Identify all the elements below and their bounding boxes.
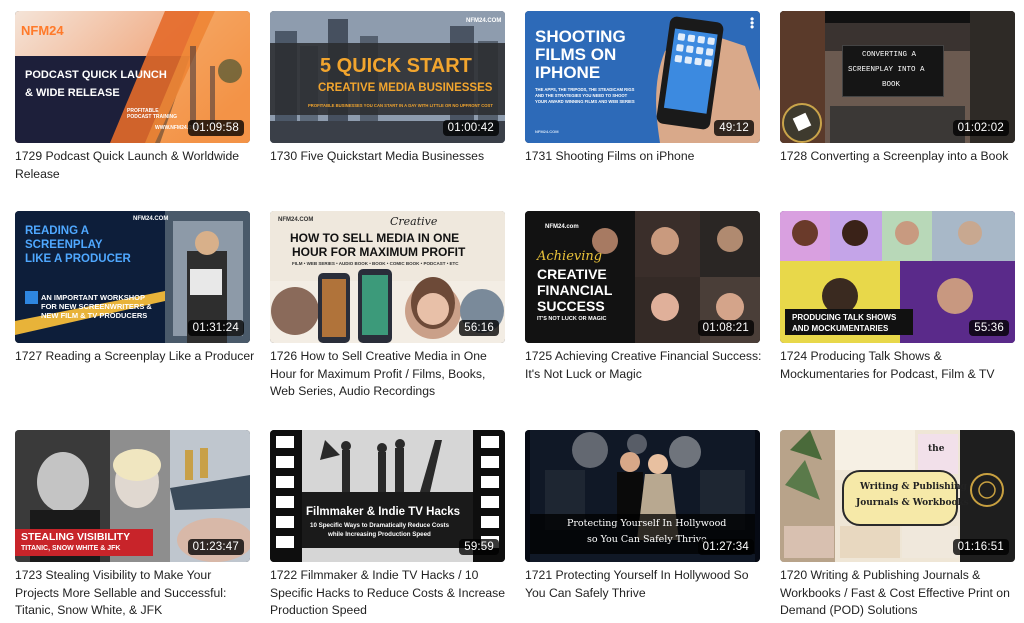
thumb-headline: STEALING VISIBILITY: [21, 531, 131, 543]
thumb-headline: Writing & Publishing: [860, 482, 967, 492]
video-thumbnail[interactable]: STEALING VISIBILITY TITANIC, SNOW WHITE …: [15, 430, 250, 562]
video-card[interactable]: PRODUCING TALK SHOWS AND MOCKUMENTARIES …: [780, 211, 1015, 430]
thumb-subtext-2: FOR NEW SCREENWRITERS &: [41, 302, 152, 311]
video-title[interactable]: 1723 Stealing Visibility to Make Your Pr…: [15, 567, 255, 620]
video-title[interactable]: 1722 Filmmaker & Indie TV Hacks / 10 Spe…: [270, 567, 510, 620]
brand-logo: NFM24.com: [545, 224, 579, 230]
brand-logo: NFM24.COM: [535, 129, 559, 134]
video-title[interactable]: 1720 Writing & Publishing Journals & Wor…: [780, 567, 1020, 620]
video-title[interactable]: 1721 Protecting Yourself In Hollywood So…: [525, 567, 765, 602]
video-card[interactable]: Filmmaker & Indie TV Hacks 10 Specific W…: [270, 430, 505, 620]
video-title[interactable]: 1730 Five Quickstart Media Businesses: [270, 148, 510, 166]
video-title[interactable]: 1725 Achieving Creative Financial Succes…: [525, 348, 765, 383]
thumb-subtext: PROFITABLE PODCAST TRAINING: [127, 108, 177, 120]
video-thumbnail[interactable]: NFM24.COM 5 QUICK START CREATIVE MEDIA B…: [270, 11, 505, 143]
thumb-subtext: IT'S NOT LUCK OR MAGIC: [537, 316, 607, 322]
video-grid: NFM24 PODCAST QUICK LAUNCH & WIDE RELEAS…: [15, 11, 1015, 620]
thumb-headline-2: TITANIC, SNOW WHITE & JFK: [21, 545, 121, 552]
video-card[interactable]: Writing & Publishing Journals & Workbook…: [780, 430, 1015, 620]
video-card[interactable]: NFM24.COM 5 QUICK START CREATIVE MEDIA B…: [270, 11, 505, 211]
thumb-headline-2: HOUR FOR MAXIMUM PROFIT: [292, 245, 466, 259]
thumb-headline-2: SCREENPLAY INTO A: [848, 66, 925, 74]
thumb-headline: SHOOTING: [535, 27, 626, 46]
video-title[interactable]: 1724 Producing Talk Shows & Mockumentari…: [780, 348, 1020, 383]
thumb-subtext: AN IMPORTANT WORKSHOP: [41, 293, 146, 302]
duration-badge: 01:00:42: [442, 120, 499, 136]
duration-badge: 01:31:24: [187, 320, 244, 336]
thumb-headline: READING A: [25, 225, 90, 237]
thumb-script: Creative: [390, 215, 438, 228]
video-thumbnail[interactable]: NFM24.COM Creative HOW TO SELL MEDIA IN …: [270, 211, 505, 343]
duration-badge: 01:08:21: [697, 320, 754, 336]
thumb-headline-3: IPHONE: [535, 63, 601, 82]
video-card[interactable]: Protecting Yourself In Hollywood so You …: [525, 430, 760, 620]
video-title[interactable]: 1727 Reading a Screenplay Like a Produce…: [15, 348, 255, 366]
brand-logo: NFM24: [21, 23, 64, 38]
thumb-headline-2: FINANCIAL: [537, 282, 613, 298]
duration-badge: 01:02:02: [952, 120, 1009, 136]
video-card[interactable]: NFM24.COM Creative HOW TO SELL MEDIA IN …: [270, 211, 505, 430]
thumb-headline-2: AND MOCKUMENTARIES: [792, 324, 889, 333]
thumb-small-text: the: [928, 444, 945, 454]
video-title[interactable]: 1731 Shooting Films on iPhone: [525, 148, 765, 166]
duration-badge: 56:16: [459, 320, 499, 336]
thumb-subtext: 10 Specific Ways to Dramatically Reduce …: [310, 522, 450, 529]
thumb-subtext: PROFITABLE BUSINESSES YOU CAN START IN A…: [308, 103, 493, 108]
duration-badge: 01:09:58: [187, 120, 244, 136]
thumb-headline: CONVERTING A: [862, 51, 917, 59]
duration-badge: 59:59: [459, 539, 499, 555]
thumb-headline-3: LIKE A PRODUCER: [25, 253, 131, 265]
video-thumbnail[interactable]: NFM24.com Achieving CREATIVE FINANCIAL S…: [525, 211, 760, 343]
thumb-subtext-2: while Increasing Production Speed: [328, 531, 431, 538]
video-thumbnail[interactable]: SHOOTING FILMS ON IPHONE THE APPS, THE T…: [525, 11, 760, 143]
video-card[interactable]: CONVERTING A SCREENPLAY INTO A BOOK 01:0…: [780, 11, 1015, 211]
thumb-headline-2: so You Can Safely Thrive: [587, 534, 707, 545]
video-thumbnail[interactable]: Protecting Yourself In Hollywood so You …: [525, 430, 760, 562]
video-thumbnail[interactable]: NFM24.COM READING A SCREENPLAY LIKE A PR…: [15, 211, 250, 343]
thumb-headline: Protecting Yourself In Hollywood: [567, 518, 727, 529]
thumb-headline: PODCAST QUICK LAUNCH: [25, 69, 167, 81]
video-thumbnail[interactable]: PRODUCING TALK SHOWS AND MOCKUMENTARIES …: [780, 211, 1015, 343]
video-card[interactable]: SHOOTING FILMS ON IPHONE THE APPS, THE T…: [525, 11, 760, 211]
more-options-icon[interactable]: • • •: [750, 13, 756, 33]
video-thumbnail[interactable]: Filmmaker & Indie TV Hacks 10 Specific W…: [270, 430, 505, 562]
thumb-headline: Filmmaker & Indie TV Hacks: [306, 506, 461, 518]
thumb-headline: PRODUCING TALK SHOWS: [792, 313, 897, 322]
thumb-headline-2: CREATIVE MEDIA BUSINESSES: [318, 82, 493, 94]
thumb-headline-2: Journals & Workbooks: [856, 498, 969, 508]
video-thumbnail[interactable]: CONVERTING A SCREENPLAY INTO A BOOK 01:0…: [780, 11, 1015, 143]
thumb-subtext-3: NEW FILM & TV PRODUCERS: [41, 311, 148, 320]
video-title[interactable]: 1729 Podcast Quick Launch & Worldwide Re…: [15, 148, 255, 183]
duration-badge: 01:16:51: [952, 539, 1009, 555]
thumb-headline-3: SUCCESS: [537, 298, 605, 314]
duration-badge: 55:36: [969, 320, 1009, 336]
thumb-headline: CREATIVE: [537, 266, 607, 282]
thumb-headline-2: & WIDE RELEASE: [25, 87, 120, 99]
video-card[interactable]: NFM24.COM READING A SCREENPLAY LIKE A PR…: [15, 211, 254, 430]
duration-badge: 49:12: [714, 120, 754, 136]
thumb-subtext: FILM • WEB SERIES • AUDIO BOOK • BOOK • …: [292, 261, 459, 266]
video-thumbnail[interactable]: NFM24 PODCAST QUICK LAUNCH & WIDE RELEAS…: [15, 11, 250, 143]
video-card[interactable]: STEALING VISIBILITY TITANIC, SNOW WHITE …: [15, 430, 250, 620]
thumb-headline-2: SCREENPLAY: [25, 239, 103, 251]
thumb-script: Achieving: [537, 249, 603, 264]
video-card[interactable]: NFM24 PODCAST QUICK LAUNCH & WIDE RELEAS…: [15, 11, 250, 211]
thumb-headline: HOW TO SELL MEDIA IN ONE: [290, 231, 460, 245]
video-title[interactable]: 1726 How to Sell Creative Media in One H…: [270, 348, 510, 401]
brand-logo: NFM24.COM: [133, 216, 169, 222]
brand-logo: NFM24.COM: [466, 18, 502, 24]
video-card[interactable]: NFM24.com Achieving CREATIVE FINANCIAL S…: [525, 211, 761, 430]
thumb-subtext: THE APPS, THE TRIPODS, THE STEADICAM RIG…: [535, 87, 635, 104]
video-thumbnail[interactable]: Writing & Publishing Journals & Workbook…: [780, 430, 1015, 562]
video-title[interactable]: 1728 Converting a Screenplay into a Book: [780, 148, 1020, 166]
brand-logo: NFM24.COM: [278, 217, 314, 223]
thumb-headline-3: BOOK: [882, 81, 901, 89]
thumb-headline: 5 QUICK START: [320, 55, 472, 77]
duration-badge: 01:27:34: [697, 539, 754, 555]
duration-badge: 01:23:47: [187, 539, 244, 555]
thumb-headline-2: FILMS ON: [535, 45, 617, 64]
